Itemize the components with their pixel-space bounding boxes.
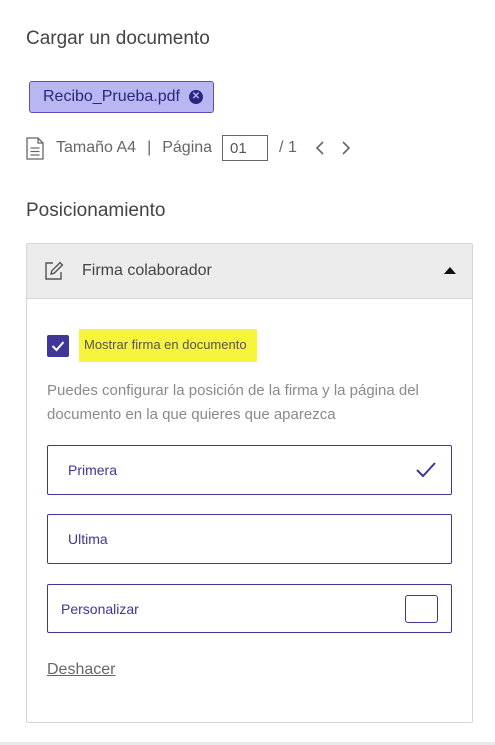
file-chip-label: Recibo_Prueba.pdf [43,88,180,105]
option-label: Ultima [68,531,108,547]
show-signature-row: Mostrar firma en documento [47,329,257,362]
document-icon [26,136,44,160]
show-signature-checkbox[interactable] [47,334,69,357]
show-signature-label: Mostrar firma en documento [79,329,257,362]
separator: | [147,139,152,156]
option-custom[interactable]: Personalizar [47,584,452,633]
page-size-label: Tamaño A4 [56,139,137,156]
upload-title: Cargar un documento [26,28,210,49]
signature-panel-title: Firma colaborador [82,262,212,279]
close-circle-icon[interactable]: ✕ [188,90,203,104]
help-text: Puedes configurar la posición de la firm… [47,382,419,423]
caret-up-icon[interactable] [444,267,456,274]
undo-link[interactable]: Deshacer [47,661,115,679]
checkmark-icon [416,462,436,478]
option-label: Personalizar [61,600,139,617]
option-label: Primera [68,462,118,478]
option-first-page[interactable]: Primera [47,445,452,495]
positioning-title: Posicionamiento [26,200,166,221]
page-total: / 1 [279,139,297,156]
page-label: Página [162,139,213,156]
check-icon [51,340,65,351]
edit-icon [45,261,64,280]
file-chip[interactable]: Recibo_Prueba.pdf ✕ [29,81,214,113]
page-number-input[interactable] [222,135,269,161]
option-last-page[interactable]: Ultima [47,514,452,564]
chevron-right-icon[interactable] [340,140,352,156]
signature-panel: Firma colaborador Mostrar firma en docum… [26,243,473,723]
chevron-left-icon[interactable] [314,140,326,156]
document-info-bar: Tamaño A4 | Página / 1 [26,135,352,161]
custom-page-input[interactable] [405,595,438,623]
signature-panel-header[interactable]: Firma colaborador [27,244,472,299]
